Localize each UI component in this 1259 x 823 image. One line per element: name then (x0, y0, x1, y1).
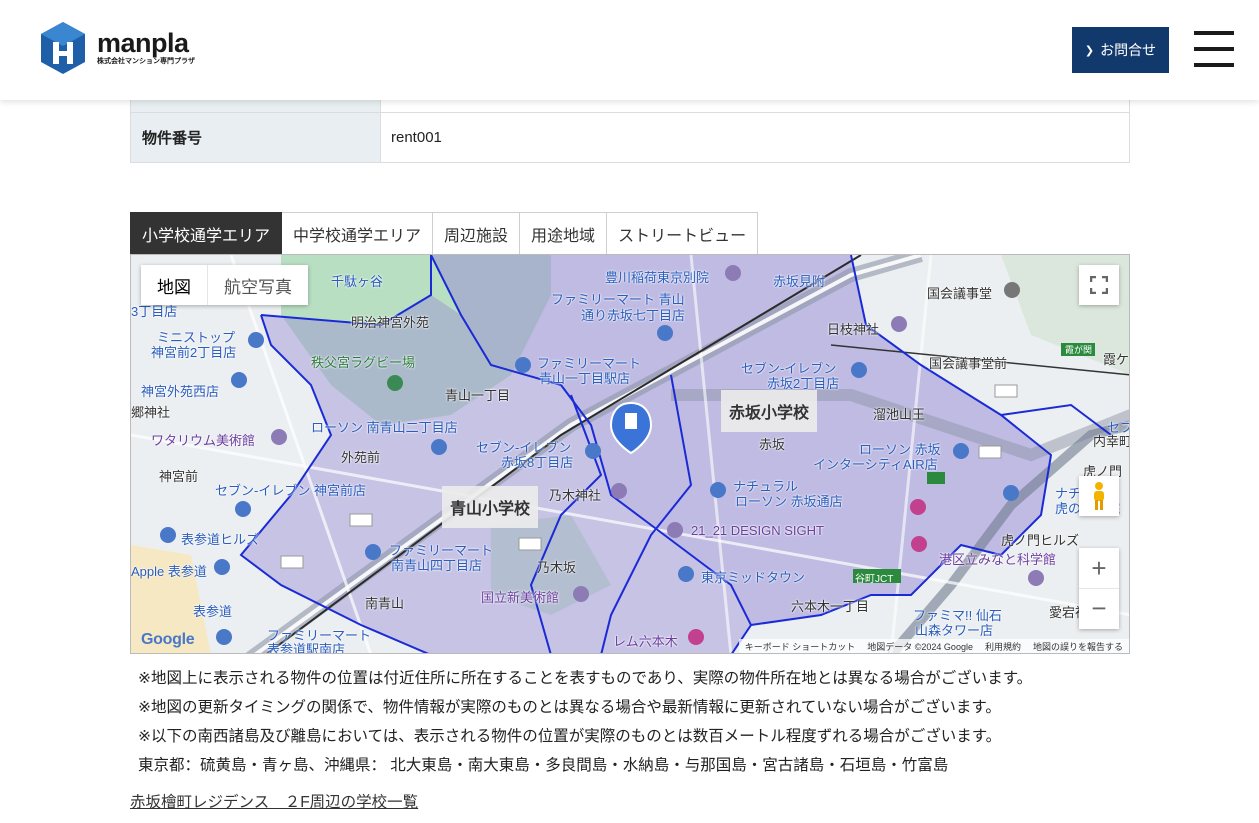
fullscreen-icon[interactable] (1079, 265, 1119, 305)
menu-icon[interactable] (1194, 31, 1234, 67)
zoom-in-icon[interactable]: + (1079, 549, 1119, 589)
map-label: 東京ミッドタウン (701, 570, 806, 585)
note-line: ※地図の更新タイミングの関係で、物件情報が実際のものとは異なる場合や最新情報に更… (138, 699, 1001, 716)
map-label: 国立新美術館 (481, 590, 560, 605)
map-label: 21_21 DESIGN SIGHT (691, 523, 824, 538)
map-label: 表参道 (193, 604, 233, 619)
map-label: 内幸町 (1093, 434, 1130, 449)
map-label: 外苑前 (341, 450, 381, 465)
tab-elementary-school-area[interactable]: 小学校通学エリア (130, 212, 283, 262)
map-label: セブン-イレブン 神宮前店 (215, 483, 366, 498)
map-label: 南青山 (365, 596, 405, 611)
map-label: 郷神社 (131, 405, 171, 420)
map-label: 明治神宮外苑 (351, 315, 430, 330)
map-label: 谷町JCT (855, 574, 894, 585)
map-label: 表参道ヒルズ (181, 532, 260, 547)
map-label: 表参道駅南店 (267, 642, 346, 654)
google-logo: Google (141, 631, 195, 649)
terms-link[interactable]: 利用規約 (985, 640, 1021, 653)
map-label: 山森タワー店 (915, 623, 994, 638)
note-line: ※地図上に表示される物件の位置は付近住所に所在することを表すものであり、実際の物… (138, 670, 1033, 687)
logo[interactable]: manpla 株式会社マンション専門プラザ (39, 20, 195, 74)
table-value-cell: rent001 (380, 112, 1130, 163)
map-tabs: 小学校通学エリア 中学校通学エリア 周辺施設 用途地域 ストリートビュー (130, 212, 759, 262)
map-label: ローソン 南青山二丁目店 (311, 420, 458, 435)
table-header-cell: 物件番号 (130, 112, 381, 163)
map-label: 神宮前 (159, 469, 199, 484)
map-notes: ※地図上に表示される物件の位置は付近住所に所在することを表すものであり、実際の物… (138, 664, 1032, 780)
report-error-link[interactable]: 地図の誤りを報告する (1033, 640, 1123, 653)
chevron-right-icon: ❯ (1084, 44, 1095, 57)
zoom-out-icon[interactable]: − (1079, 589, 1119, 629)
map-label: 青山一丁目 (445, 388, 511, 403)
map-label: 六本木一丁目 (791, 599, 870, 614)
map-label: 溜池山王 (873, 407, 926, 422)
map-label: 乃木坂 (537, 560, 577, 575)
map-label: 千駄ヶ谷 (331, 274, 384, 289)
map-label: ワタリウム美術館 (151, 433, 256, 448)
zoom-control: + − (1079, 548, 1119, 629)
map-label: 秩父宮ラグビー場 (311, 355, 416, 370)
map-data-attribution: 地図データ ©2024 Google (867, 641, 973, 652)
tab-street-view[interactable]: ストリートビュー (607, 212, 759, 255)
logo-subtitle: 株式会社マンション専門プラザ (97, 57, 195, 65)
tab-nearby-facilities[interactable]: 周辺施設 (433, 212, 521, 255)
map-canvas[interactable]: 千駄ヶ谷 豊川稲荷東京別院 赤坂見附 国会議事堂 国土 ファミリーマート 青山 … (130, 254, 1130, 654)
map-label: 霞ケ (1103, 352, 1130, 367)
map-type-control: 地図 航空写真 (141, 265, 308, 305)
map-label: 日枝神社 (827, 322, 880, 337)
contact-label: お問合せ (1100, 42, 1157, 58)
map-label: 赤坂8丁目店 (501, 455, 574, 470)
note-line: 東京都：硫黄島・青ヶ島、沖縄県： 北大東島・南大東島・多良間島・水納島・与那国島… (138, 757, 949, 774)
map-type-satellite-button[interactable]: 航空写真 (208, 265, 308, 305)
map-label: レム六本木 (613, 634, 678, 649)
logo-name: manpla (97, 27, 189, 58)
map-label: 赤坂見附 (773, 274, 826, 289)
google-logo-text: Google (141, 631, 195, 648)
map-label: 神宮外苑西店 (141, 384, 220, 399)
map-label: 霞が関 (1065, 345, 1093, 355)
school-list-link[interactable]: 赤坂檜町レジデンス ２F周辺の学校一覧 (130, 790, 418, 812)
map-label: Apple 表参道 (131, 564, 207, 579)
note-line: ※以下の南西諸島及び離島においては、表示される物件の位置が実際のものとは数百メー… (138, 728, 1002, 745)
site-header: manpla 株式会社マンション専門プラザ ❯ お問合せ (0, 0, 1259, 100)
map-label: 乃木神社 (549, 488, 602, 503)
school-label-aoyama[interactable]: 青山小学校 (442, 486, 539, 528)
map-label: 虎ノ門ヒルズ (1001, 533, 1080, 548)
logo-mark-icon (41, 22, 85, 74)
map-label: 南青山四丁目店 (391, 558, 483, 573)
map-label: 豊川稲荷東京別院 (605, 270, 710, 285)
map-footer: キーボード ショートカット 地図データ ©2024 Google 利用規約 地図… (738, 639, 1129, 653)
keyboard-shortcuts-link[interactable]: キーボード ショートカット (745, 640, 856, 653)
map-label: 港区立みなと科学館 (939, 552, 1057, 567)
school-label-akasaka[interactable]: 赤坂小学校 (721, 390, 818, 432)
tab-junior-high-school-area[interactable]: 中学校通学エリア (282, 212, 434, 255)
table-row: 物件番号 rent001 (130, 112, 1130, 163)
pegman-icon[interactable] (1079, 476, 1119, 516)
map-label: ローソン 赤坂通店 (735, 494, 843, 509)
map-label: 通り赤坂七丁目店 (581, 308, 686, 323)
contact-button[interactable]: ❯ お問合せ (1072, 27, 1169, 73)
map-label: 青山一丁目駅店 (539, 371, 631, 386)
map-type-map-button[interactable]: 地図 (141, 265, 208, 305)
tab-zoning[interactable]: 用途地域 (520, 212, 608, 255)
map-label: 神宮前2丁目店 (151, 345, 237, 360)
map-label: 赤坂 (759, 437, 786, 452)
map-label: インターシティAIR店 (813, 457, 938, 472)
map-label: 国会議事堂 (927, 286, 993, 301)
map-label: 国会議事堂前 (929, 356, 1008, 371)
